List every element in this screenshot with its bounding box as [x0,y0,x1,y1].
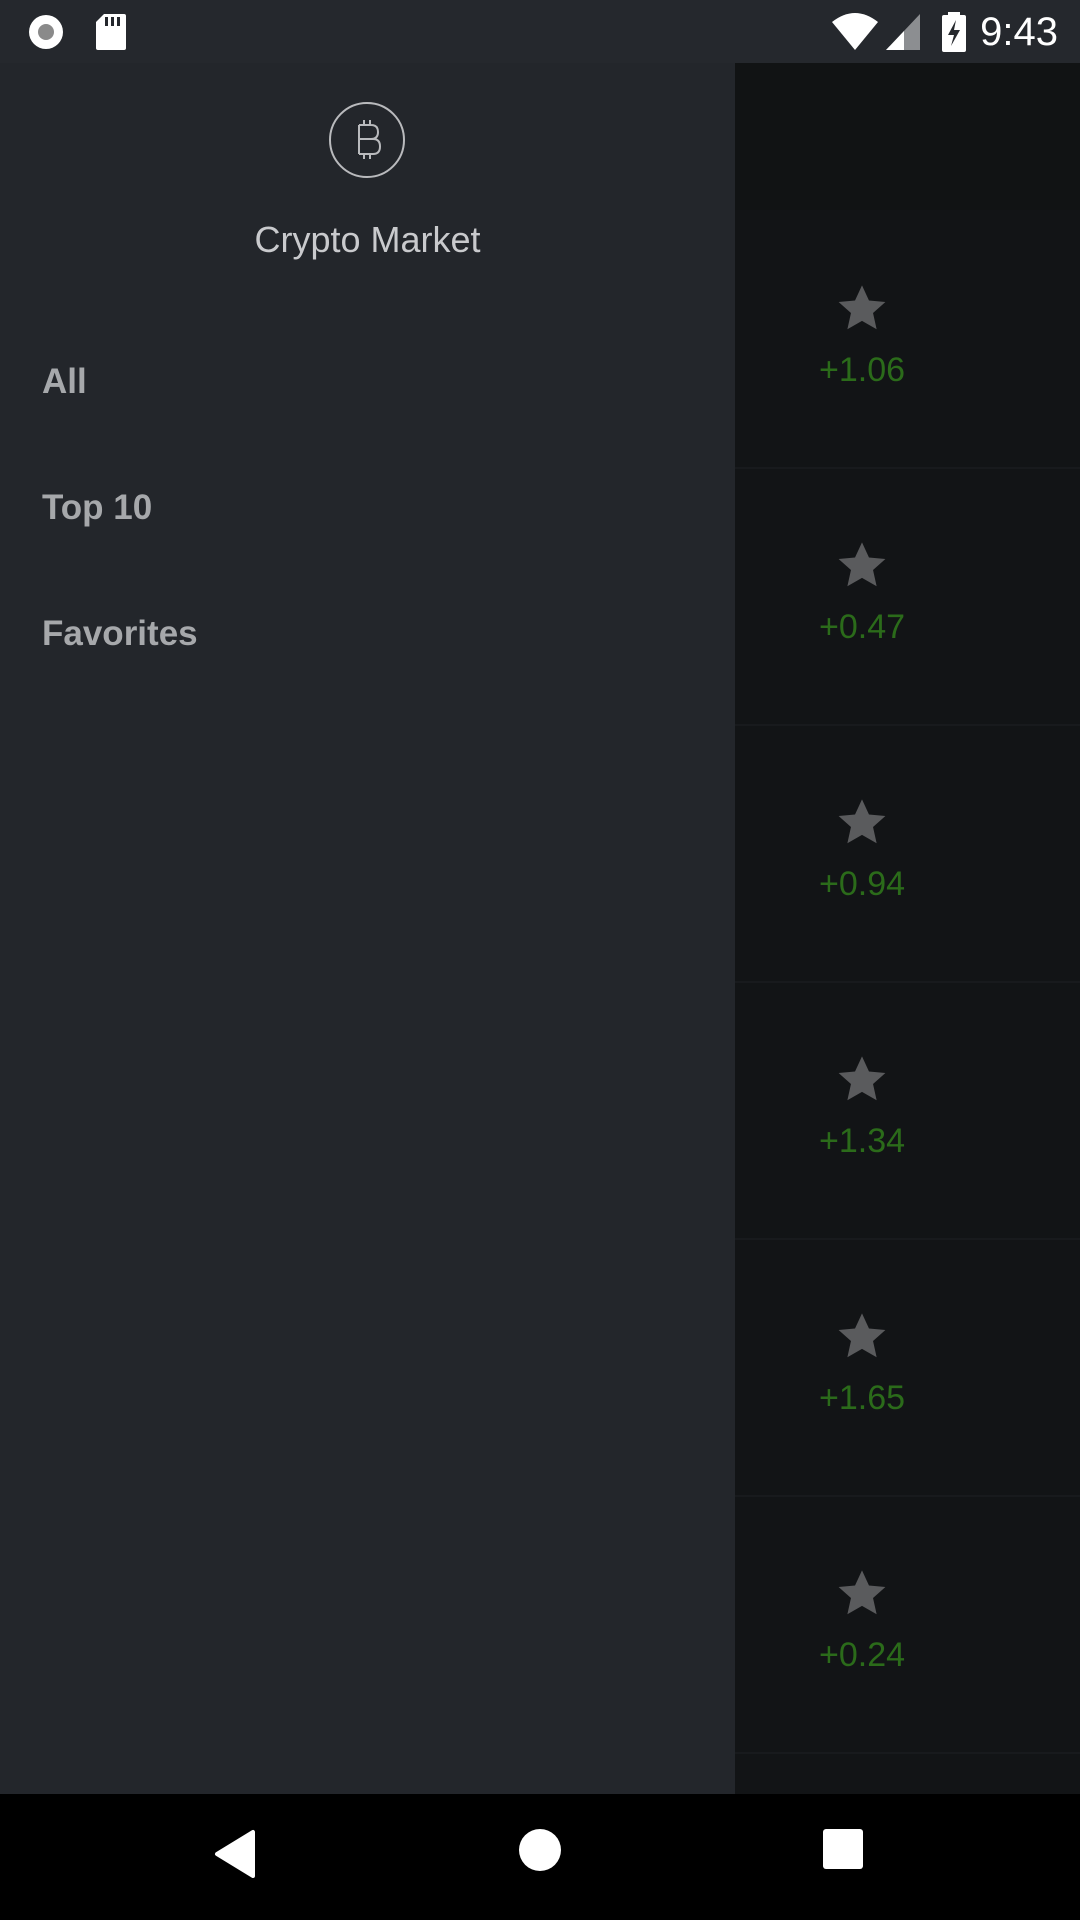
drawer-title: Crypto Market [254,219,481,260]
star-icon[interactable] [835,539,889,593]
recents-icon[interactable] [822,1828,864,1870]
star-icon[interactable] [835,1567,889,1621]
star-icon[interactable] [835,1310,889,1364]
price-change: +0.24 [818,1636,906,1674]
drawer-item-all[interactable]: All [42,352,87,412]
star-icon[interactable] [835,282,889,336]
record-icon [29,15,63,49]
price-change: +0.94 [818,865,906,903]
price-change: +0.47 [818,608,906,646]
price-change: +1.06 [818,351,906,389]
battery-charging-icon [942,12,966,52]
sd-card-icon [96,14,126,50]
drawer-item-favorites[interactable]: Favorites [42,604,198,664]
bitcoin-icon [329,102,405,178]
price-change: +1.34 [818,1122,906,1160]
status-bar: 9:43 [0,0,1080,63]
wifi-icon [832,13,878,50]
drawer-item-top-10[interactable]: Top 10 [42,478,152,538]
star-icon[interactable] [835,796,889,850]
back-icon[interactable] [213,1828,259,1880]
price-change: +1.65 [818,1379,906,1417]
navigation-drawer: Crypto Market All Top 10 Favorites [0,63,735,1794]
status-time: 9:43 [980,10,1058,54]
cell-signal-icon [886,14,920,50]
star-icon[interactable] [835,1053,889,1107]
home-icon[interactable] [518,1828,562,1872]
system-nav-bar [0,1794,1080,1920]
